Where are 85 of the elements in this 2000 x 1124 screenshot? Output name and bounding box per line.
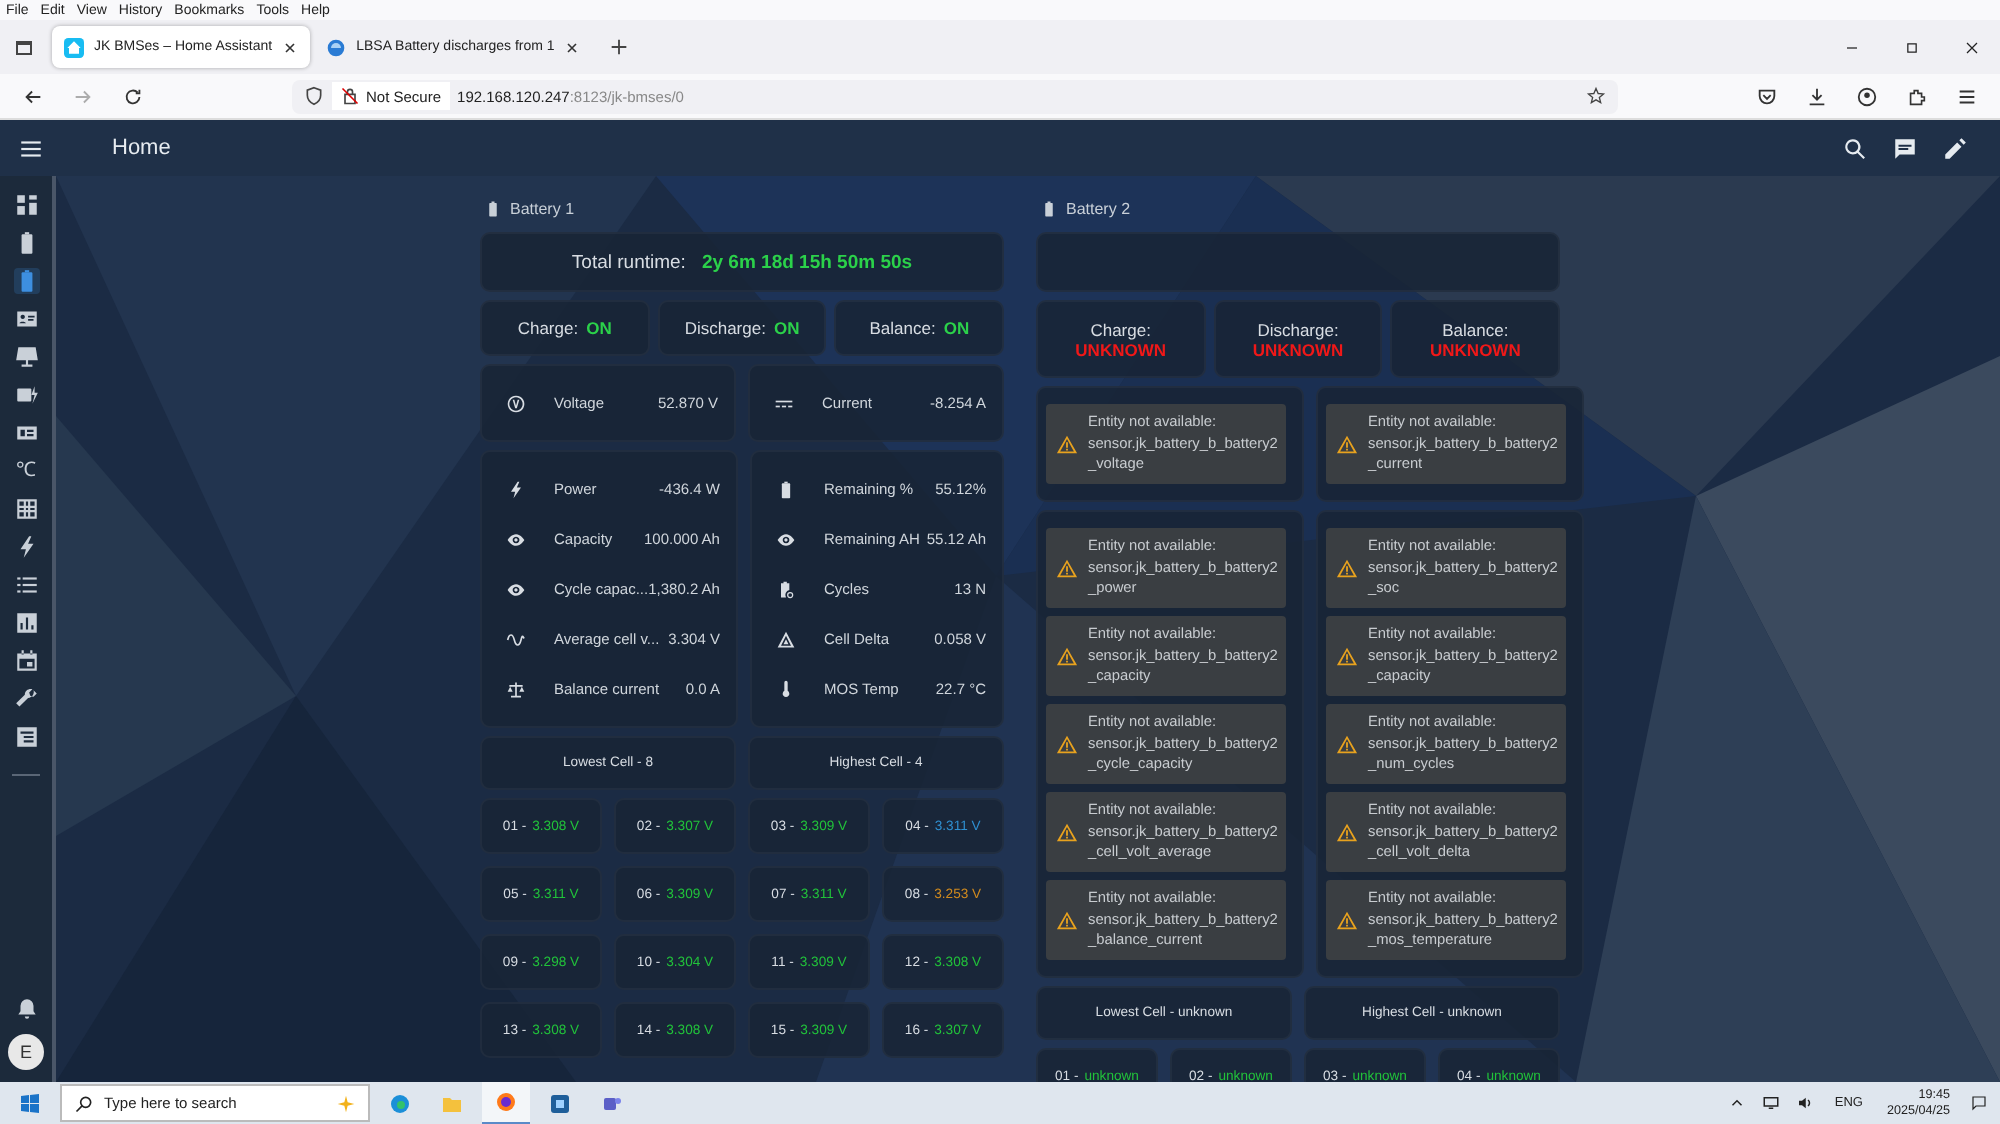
tab-list-icon[interactable] <box>12 35 36 59</box>
switch-state: ON <box>586 318 612 338</box>
battery-icon[interactable] <box>13 268 39 294</box>
download-icon[interactable] <box>1806 85 1828 107</box>
wrench-icon[interactable] <box>13 686 39 712</box>
switch-state: ON <box>943 318 970 338</box>
switch-state: UNKNOWN <box>1075 339 1166 359</box>
battery-sync-icon <box>775 579 796 599</box>
bolt-icon <box>506 479 526 499</box>
contact-card-icon[interactable] <box>13 306 39 332</box>
user-avatar[interactable]: E <box>8 1034 44 1070</box>
battery-icon <box>1040 199 1058 217</box>
runtime-value: 2y 6m 18d 15h 50m 50s <box>701 251 913 273</box>
close-icon[interactable] <box>1962 37 1982 57</box>
switch-label: Charge: <box>517 318 579 338</box>
windows-logo-icon[interactable] <box>18 1091 42 1115</box>
switch-label: Balance: <box>869 318 936 338</box>
extensions-icon[interactable] <box>1906 85 1928 107</box>
back-arrow-icon[interactable] <box>22 85 44 107</box>
sparkle-icon <box>336 1093 356 1113</box>
switch-state: UNKNOWN <box>1252 339 1344 359</box>
insecure-lock-icon <box>340 86 360 106</box>
bar-chart-icon[interactable] <box>13 610 39 636</box>
battery-bolt-icon[interactable] <box>13 382 39 408</box>
warning-icon <box>1056 909 1078 931</box>
scale-icon <box>506 679 526 699</box>
browser-icon <box>494 1089 518 1113</box>
warning-icon <box>1336 821 1358 843</box>
warning-icon <box>1336 909 1358 931</box>
switch-label: Discharge: <box>1257 319 1339 339</box>
warning-icon <box>1056 733 1078 755</box>
battery-icon <box>484 199 502 217</box>
warning-icon <box>1056 433 1078 455</box>
warning-icon <box>1336 433 1358 455</box>
voltmeter-icon <box>506 393 526 413</box>
eye-icon <box>775 529 796 549</box>
bell-icon[interactable] <box>13 996 39 1022</box>
monitor-icon[interactable] <box>1762 1094 1781 1112</box>
warning-icon <box>1336 557 1358 579</box>
switch-state: ON <box>773 318 800 338</box>
triangle-icon <box>775 629 796 649</box>
warning-icon <box>1336 645 1358 667</box>
search-icon[interactable] <box>1842 135 1868 161</box>
overflow-menu-icon[interactable] <box>1956 85 1978 107</box>
runtime-label: Total runtime: <box>571 251 686 273</box>
speaker-icon[interactable] <box>1796 1094 1815 1112</box>
list-box-icon[interactable] <box>13 724 39 750</box>
shield-icon <box>304 86 324 106</box>
switch-state: UNKNOWN <box>1430 339 1521 359</box>
sine-wave-icon <box>506 629 526 649</box>
close-icon[interactable] <box>564 39 581 55</box>
globe-icon <box>326 37 347 57</box>
list-icon[interactable] <box>13 572 39 598</box>
chat-icon[interactable] <box>1892 135 1918 161</box>
menu-icon[interactable] <box>18 135 44 161</box>
switch-label: Discharge: <box>684 318 766 338</box>
page-title: Home <box>112 136 171 160</box>
eye-icon <box>506 579 526 599</box>
warning-icon <box>1056 557 1078 579</box>
warning-icon <box>1056 821 1078 843</box>
browser-icon[interactable] <box>388 1091 412 1115</box>
app-icon[interactable] <box>548 1091 572 1115</box>
warning-icon <box>1336 733 1358 755</box>
new-tab-icon[interactable] <box>608 36 631 58</box>
notification-icon[interactable] <box>1970 1094 1988 1112</box>
section-title: Battery 2 <box>1066 199 1131 217</box>
taskbar-app[interactable] <box>482 1081 530 1124</box>
calendar-icon[interactable] <box>13 648 39 674</box>
sidebar-item[interactable]: ℃ <box>16 458 36 484</box>
close-icon[interactable] <box>282 39 299 55</box>
bookmark-star-icon[interactable] <box>1586 86 1606 106</box>
reload-icon[interactable] <box>122 85 144 107</box>
search-icon <box>74 1093 94 1113</box>
pocket-icon[interactable] <box>1756 85 1778 107</box>
maximize-icon[interactable] <box>1902 37 1922 57</box>
table-icon[interactable] <box>13 496 39 522</box>
eye-icon <box>506 529 526 549</box>
warning-icon <box>1056 645 1078 667</box>
section-title: Battery 1 <box>510 199 575 217</box>
switch-label: Balance: <box>1442 319 1509 339</box>
solar-panel-icon[interactable] <box>13 344 39 370</box>
pencil-icon[interactable] <box>1942 135 1968 161</box>
switch-label: Charge: <box>1090 319 1151 339</box>
grid-icon[interactable] <box>13 192 39 218</box>
house-icon <box>64 37 84 57</box>
